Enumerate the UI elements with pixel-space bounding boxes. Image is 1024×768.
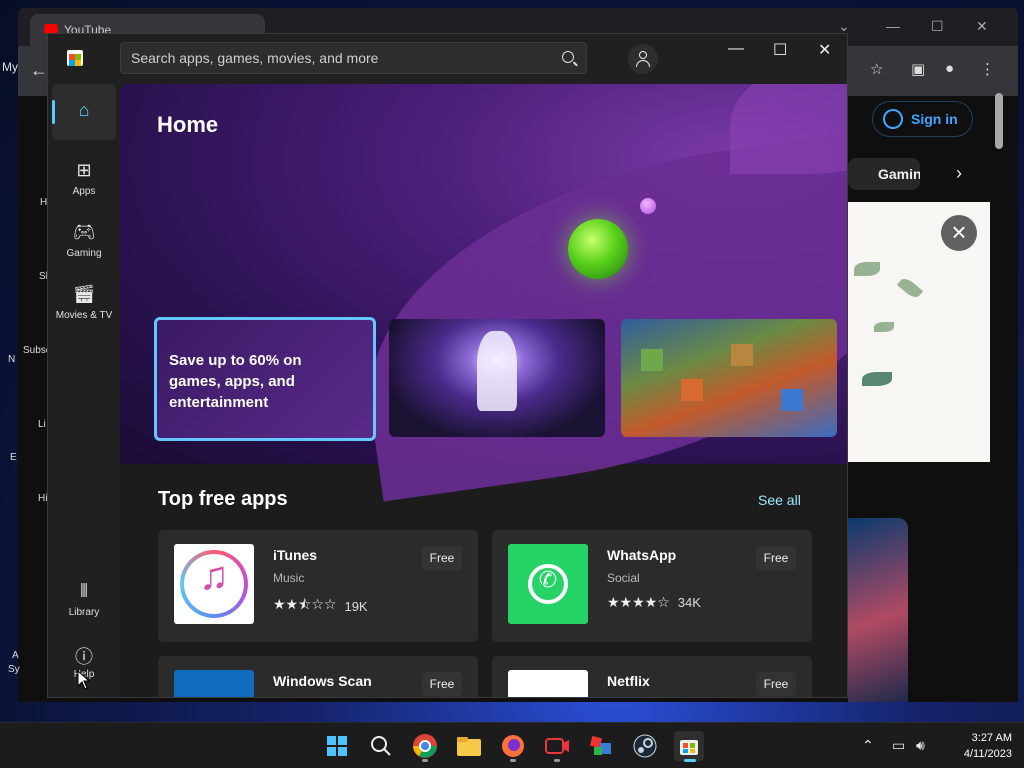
chevron-right-icon[interactable]: ›	[956, 163, 962, 184]
nav-item-library[interactable]: ⫴ Library	[52, 567, 116, 623]
search-icon[interactable]	[562, 51, 574, 63]
screen-recorder-icon[interactable]	[542, 731, 572, 761]
rating-count: 19K	[344, 598, 368, 614]
yt-sidebar-label: E	[10, 452, 17, 463]
star-rating-icons: ★★⯪☆☆	[273, 596, 337, 612]
price-badge[interactable]: Free	[422, 546, 462, 570]
app-icon[interactable]	[586, 731, 616, 761]
yt-sidebar-label: N	[8, 354, 16, 365]
store-window: — ☐ ✕ ⌂ ⊞ Apps 🎮︎ Gaming 🎬︎ Movies & TV …	[47, 33, 848, 698]
ad-close-icon[interactable]: ×	[941, 215, 977, 251]
star-icon[interactable]: ☆	[870, 60, 883, 78]
app-card-windows-scan[interactable]: Windows Scan Free	[158, 656, 478, 697]
youtube-video-thumbnail[interactable]	[848, 518, 908, 702]
maximize-icon[interactable]: ☐	[931, 18, 944, 35]
sidepanel-icon[interactable]: ▣	[911, 60, 925, 78]
app-name: Netflix	[607, 673, 650, 689]
user-circle-icon	[883, 109, 903, 129]
app-card-whatsapp[interactable]: ✆ WhatsApp Social ★★★★☆ 34K Free	[492, 530, 812, 642]
page-title: Home	[157, 112, 219, 137]
price-badge[interactable]: Free	[756, 672, 796, 696]
browser-scrollbar[interactable]	[995, 93, 1003, 149]
chrome-icon[interactable]	[410, 731, 440, 761]
app-name: Windows Scan	[273, 673, 372, 689]
volume-icon[interactable]: 🔊︎	[916, 737, 925, 754]
clock-time: 3:27 AM	[971, 732, 1012, 744]
kebab-menu-icon[interactable]: ⋮	[980, 60, 995, 78]
chevron-up-icon[interactable]: ⌃	[862, 737, 874, 754]
app-rating: ★★⯪☆☆ 19K	[273, 594, 368, 618]
star-rating-icons: ★★★★☆	[607, 594, 670, 610]
taskbar: ⌃ ▭ 🔊︎ 3:27 AM 4/11/2023	[0, 722, 1024, 768]
windows-start-icon[interactable]	[322, 731, 352, 761]
minimize-icon[interactable]: —	[728, 40, 744, 58]
app-name: iTunes	[273, 547, 318, 563]
nav-item-gaming[interactable]: 🎮︎ Gaming	[52, 208, 116, 264]
whatsapp-icon: ✆	[508, 544, 588, 624]
price-badge[interactable]: Free	[756, 546, 796, 570]
yt-sidebar-label: Sy	[8, 664, 20, 675]
account-button[interactable]	[628, 44, 658, 74]
steam-icon[interactable]	[630, 731, 660, 761]
yt-sidebar-label: A	[12, 650, 19, 661]
store-content: Home Save up to 60% on games, apps, and …	[120, 84, 847, 697]
home-icon: ⌂	[78, 100, 90, 120]
store-search-box[interactable]	[120, 42, 587, 74]
taskbar-search-icon[interactable]	[366, 731, 396, 761]
profile-icon[interactable]: ●	[945, 60, 954, 77]
purple-orb	[640, 198, 656, 214]
app-name: WhatsApp	[607, 547, 677, 563]
price-badge[interactable]: Free	[422, 672, 462, 696]
store-logo-icon	[67, 50, 83, 66]
clock-date: 4/11/2023	[963, 748, 1012, 760]
library-icon: ⫴	[80, 581, 88, 601]
yt-sidebar-label: Li	[38, 419, 46, 430]
sign-in-label: Sign in	[911, 111, 958, 127]
store-titlebar: — ☐ ✕	[48, 34, 847, 84]
see-all-link[interactable]: See all	[758, 492, 801, 508]
promo-card-minecraft[interactable]	[621, 319, 837, 437]
help-icon: ⓘ	[75, 647, 93, 667]
system-clock[interactable]: 3:27 AM 4/11/2023	[942, 730, 1012, 762]
back-arrow-icon[interactable]: ←	[30, 60, 48, 81]
close-icon[interactable]: ✕	[976, 18, 988, 35]
firefox-icon[interactable]	[498, 731, 528, 761]
green-orb	[568, 219, 628, 279]
app-card-itunes[interactable]: ♫ iTunes Music ★★⯪☆☆ 19K Free	[158, 530, 478, 642]
gaming-icon: 🎮︎	[72, 222, 96, 242]
app-category: Social	[607, 571, 640, 585]
apps-icon: ⊞	[76, 160, 92, 180]
close-icon[interactable]: ✕	[818, 40, 831, 60]
store-icon[interactable]	[674, 731, 704, 761]
minimize-icon[interactable]: —	[886, 18, 900, 34]
nav-item-home[interactable]: ⌂	[52, 84, 116, 140]
nav-item-apps[interactable]: ⊞ Apps	[52, 146, 116, 202]
windows-scan-icon	[174, 670, 254, 697]
nav-item-movies[interactable]: 🎬︎ Movies & TV	[52, 270, 116, 326]
itunes-icon: ♫	[174, 544, 254, 624]
mouse-cursor-icon	[77, 670, 91, 690]
promo-card-game[interactable]	[389, 319, 605, 437]
youtube-sign-in-button[interactable]: Sign in	[872, 101, 973, 137]
app-rating: ★★★★☆ 34K	[607, 594, 701, 611]
section-title: Top free apps	[158, 488, 288, 510]
yt-sidebar-label: My	[2, 60, 18, 74]
promo-card-sale[interactable]: Save up to 60% on games, apps, and enter…	[154, 317, 376, 441]
account-icon	[639, 51, 647, 59]
maximize-icon[interactable]: ☐	[773, 40, 787, 60]
search-input[interactable]	[121, 43, 541, 73]
netflix-icon	[508, 670, 588, 697]
promo-text: Save up to 60% on games, apps, and enter…	[169, 352, 302, 411]
network-icon[interactable]: ▭	[892, 737, 905, 754]
store-sidebar: ⌂ ⊞ Apps 🎮︎ Gaming 🎬︎ Movies & TV ⫴ Libr…	[48, 84, 120, 697]
youtube-chip-gaming[interactable]: Gaming	[848, 158, 920, 190]
app-card-netflix[interactable]: Netflix Free	[492, 656, 812, 697]
app-category: Music	[273, 571, 305, 585]
file-explorer-icon[interactable]	[454, 731, 484, 761]
rating-count: 34K	[677, 595, 701, 610]
movies-icon: 🎬︎	[72, 284, 96, 304]
